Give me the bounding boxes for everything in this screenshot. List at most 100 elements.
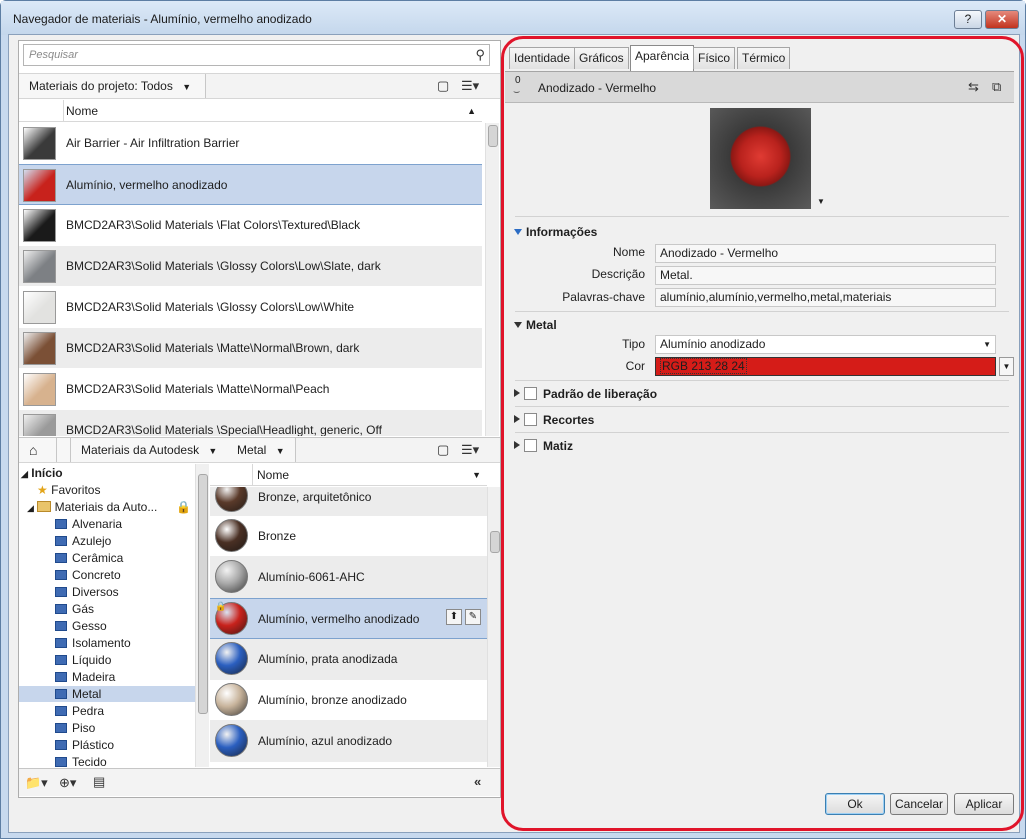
expand-icon [514, 415, 520, 423]
tint-checkbox[interactable] [524, 439, 537, 452]
tab-appearance[interactable]: Aparência [630, 45, 695, 71]
list-item[interactable]: Alumínio, vermelho anodizado ⬆ ✎ 🔒 [210, 598, 487, 639]
tree-category[interactable]: Gás [19, 601, 195, 617]
project-list-scrollbar[interactable] [485, 123, 499, 436]
material-name: BMCD2AR3\Solid Materials \Flat Colors\Te… [66, 218, 361, 232]
breadcrumb-library[interactable]: Materiais da Autodesk ▼ [71, 438, 229, 462]
project-filter-dropdown[interactable]: Materiais do projeto: Todos ▼ [19, 74, 207, 98]
tree-autodesk-library[interactable]: ◢ Materiais da Auto... 🔒 [27, 499, 193, 515]
tree-category[interactable]: Líquido [19, 652, 195, 668]
tree-category[interactable]: Tecido [19, 754, 195, 767]
replace-asset-icon[interactable]: ⇆ [968, 79, 979, 95]
scrollbar-thumb[interactable] [488, 125, 498, 147]
tree-category[interactable]: Metal [19, 686, 195, 702]
material-preview[interactable] [710, 108, 811, 209]
tree-category[interactable]: Isolamento [19, 635, 195, 651]
tree-category[interactable]: Diversos [19, 584, 195, 600]
tree-category-label: Plástico [72, 738, 115, 752]
panel-toggle-icon[interactable]: ▤ [93, 774, 105, 790]
color-options-dropdown[interactable]: ▼ [999, 357, 1014, 376]
list-item[interactable]: BMCD2AR3\Solid Materials \Special\Headli… [19, 410, 482, 436]
release-pattern-section[interactable]: Padrão de liberação [514, 385, 657, 403]
panel-toggle-icon[interactable]: ▢ [437, 442, 449, 458]
category-icon [55, 757, 67, 767]
tree-scrollbar[interactable] [195, 464, 209, 767]
help-button[interactable]: ? [954, 10, 982, 29]
name-column-header[interactable]: Nome ▼ [252, 464, 487, 486]
preview-options-icon[interactable]: ▼ [817, 197, 825, 206]
list-item[interactable]: Bronze, arquitetônico [210, 487, 487, 516]
release-pattern-checkbox[interactable] [524, 387, 537, 400]
tree-category-label: Concreto [72, 568, 121, 582]
list-item[interactable]: BMCD2AR3\Solid Materials \Glossy Colors\… [19, 287, 482, 328]
list-item[interactable]: Bronze [210, 516, 487, 557]
material-thumbnail [215, 560, 248, 593]
tab-thermal[interactable]: Térmico [737, 47, 791, 69]
info-section-header[interactable]: Informações [514, 223, 597, 241]
list-item[interactable]: BMCD2AR3\Solid Materials \Matte\Normal\B… [19, 328, 482, 369]
tab-identity[interactable]: Identidade [509, 47, 576, 69]
view-options-icon[interactable]: ☰▾ [461, 442, 479, 458]
list-item[interactable]: BMCD2AR3\Solid Materials \Glossy Colors\… [19, 246, 482, 287]
color-value: RGB 213 28 24 [660, 358, 747, 374]
name-column-header[interactable]: Nome ▲ [63, 100, 482, 122]
home-icon[interactable]: ⌂ [19, 438, 57, 462]
tree-category[interactable]: Pedra [19, 703, 195, 719]
project-filter-label: Materiais do projeto: Todos [29, 79, 173, 93]
list-item[interactable]: BMCD2AR3\Solid Materials \Matte\Normal\P… [19, 369, 482, 410]
tree-favorites[interactable]: ★ Favoritos [37, 482, 100, 498]
cutouts-section[interactable]: Recortes [514, 411, 594, 429]
scrollbar-thumb[interactable] [490, 531, 500, 553]
ok-button[interactable]: Ok [825, 793, 885, 815]
tree-category-label: Cerâmica [72, 551, 124, 565]
type-select[interactable]: Alumínio anodizado ▼ [655, 335, 996, 354]
tree-category-label: Metal [72, 687, 102, 701]
tree-category[interactable]: Piso [19, 720, 195, 736]
tree-category[interactable]: Plástico [19, 737, 195, 753]
scrollbar-thumb[interactable] [198, 474, 208, 714]
tree-category[interactable]: Concreto [19, 567, 195, 583]
search-icon[interactable]: ⚲ [475, 47, 485, 63]
list-item[interactable]: Alumínio, vermelho anodizado [19, 164, 482, 205]
list-item[interactable]: BMCD2AR3\Solid Materials \Flat Colors\Te… [19, 205, 482, 246]
breadcrumb-category[interactable]: Metal ▼ [227, 438, 296, 462]
close-button[interactable]: ✕ [985, 10, 1019, 29]
create-material-icon[interactable]: ⊕▾ [59, 775, 76, 791]
list-item[interactable]: Alumínio, azul anodizado [210, 721, 487, 762]
list-item[interactable]: Alumínio-6061-AHC [210, 557, 487, 598]
list-item[interactable]: Air Barrier - Air Infiltration Barrier [19, 123, 482, 164]
tree-category[interactable]: Madeira [19, 669, 195, 685]
tree-category[interactable]: Alvenaria [19, 516, 195, 532]
tree-category[interactable]: Cerâmica [19, 550, 195, 566]
edit-material-icon[interactable]: ✎ [465, 609, 481, 625]
keywords-field[interactable]: alumínio,alumínio,vermelho,metal,materia… [655, 288, 996, 307]
manage-library-icon[interactable]: 📁▾ [25, 775, 48, 791]
name-field[interactable]: Anodizado - Vermelho [655, 244, 996, 263]
apply-button[interactable]: Aplicar [954, 793, 1014, 815]
library-list-scrollbar[interactable] [487, 487, 500, 767]
duplicate-asset-icon[interactable]: ⧉ [992, 79, 1001, 95]
search-input[interactable]: Pesquisar ⚲ [23, 44, 490, 66]
add-to-document-icon[interactable]: ⬆ [446, 609, 462, 625]
panel-toggle-icon[interactable]: ▢ [437, 78, 449, 94]
list-item[interactable]: Alumínio, prata anodizada [210, 639, 487, 680]
material-browser-window: Navegador de materiais - Alumínio, verme… [0, 0, 1026, 839]
tree-category-label: Diversos [72, 585, 119, 599]
material-name: Alumínio, bronze anodizado [258, 693, 407, 707]
metal-section-header[interactable]: Metal [514, 316, 557, 334]
tree-category[interactable]: Gesso [19, 618, 195, 634]
library-footer: 📁▾ ⊕▾ ▤ « [19, 768, 500, 796]
tab-graphics[interactable]: Gráficos [574, 47, 629, 69]
tree-category[interactable]: Azulejo [19, 533, 195, 549]
color-swatch[interactable]: RGB 213 28 24 [655, 357, 996, 376]
list-item[interactable]: Alumínio, bronze anodizado [210, 680, 487, 721]
tint-section[interactable]: Matiz [514, 437, 573, 455]
cancel-button[interactable]: Cancelar [890, 793, 948, 815]
description-field[interactable]: Metal. [655, 266, 996, 285]
tree-root[interactable]: ◢ Início [21, 465, 63, 481]
cutouts-checkbox[interactable] [524, 413, 537, 426]
tab-physical[interactable]: Físico [693, 47, 736, 69]
collapse-icon[interactable]: « [474, 774, 481, 789]
view-options-icon[interactable]: ☰▾ [461, 78, 479, 94]
library-tree: ◢ Início ★ Favoritos ◢ Materiais da Auto… [19, 464, 199, 767]
